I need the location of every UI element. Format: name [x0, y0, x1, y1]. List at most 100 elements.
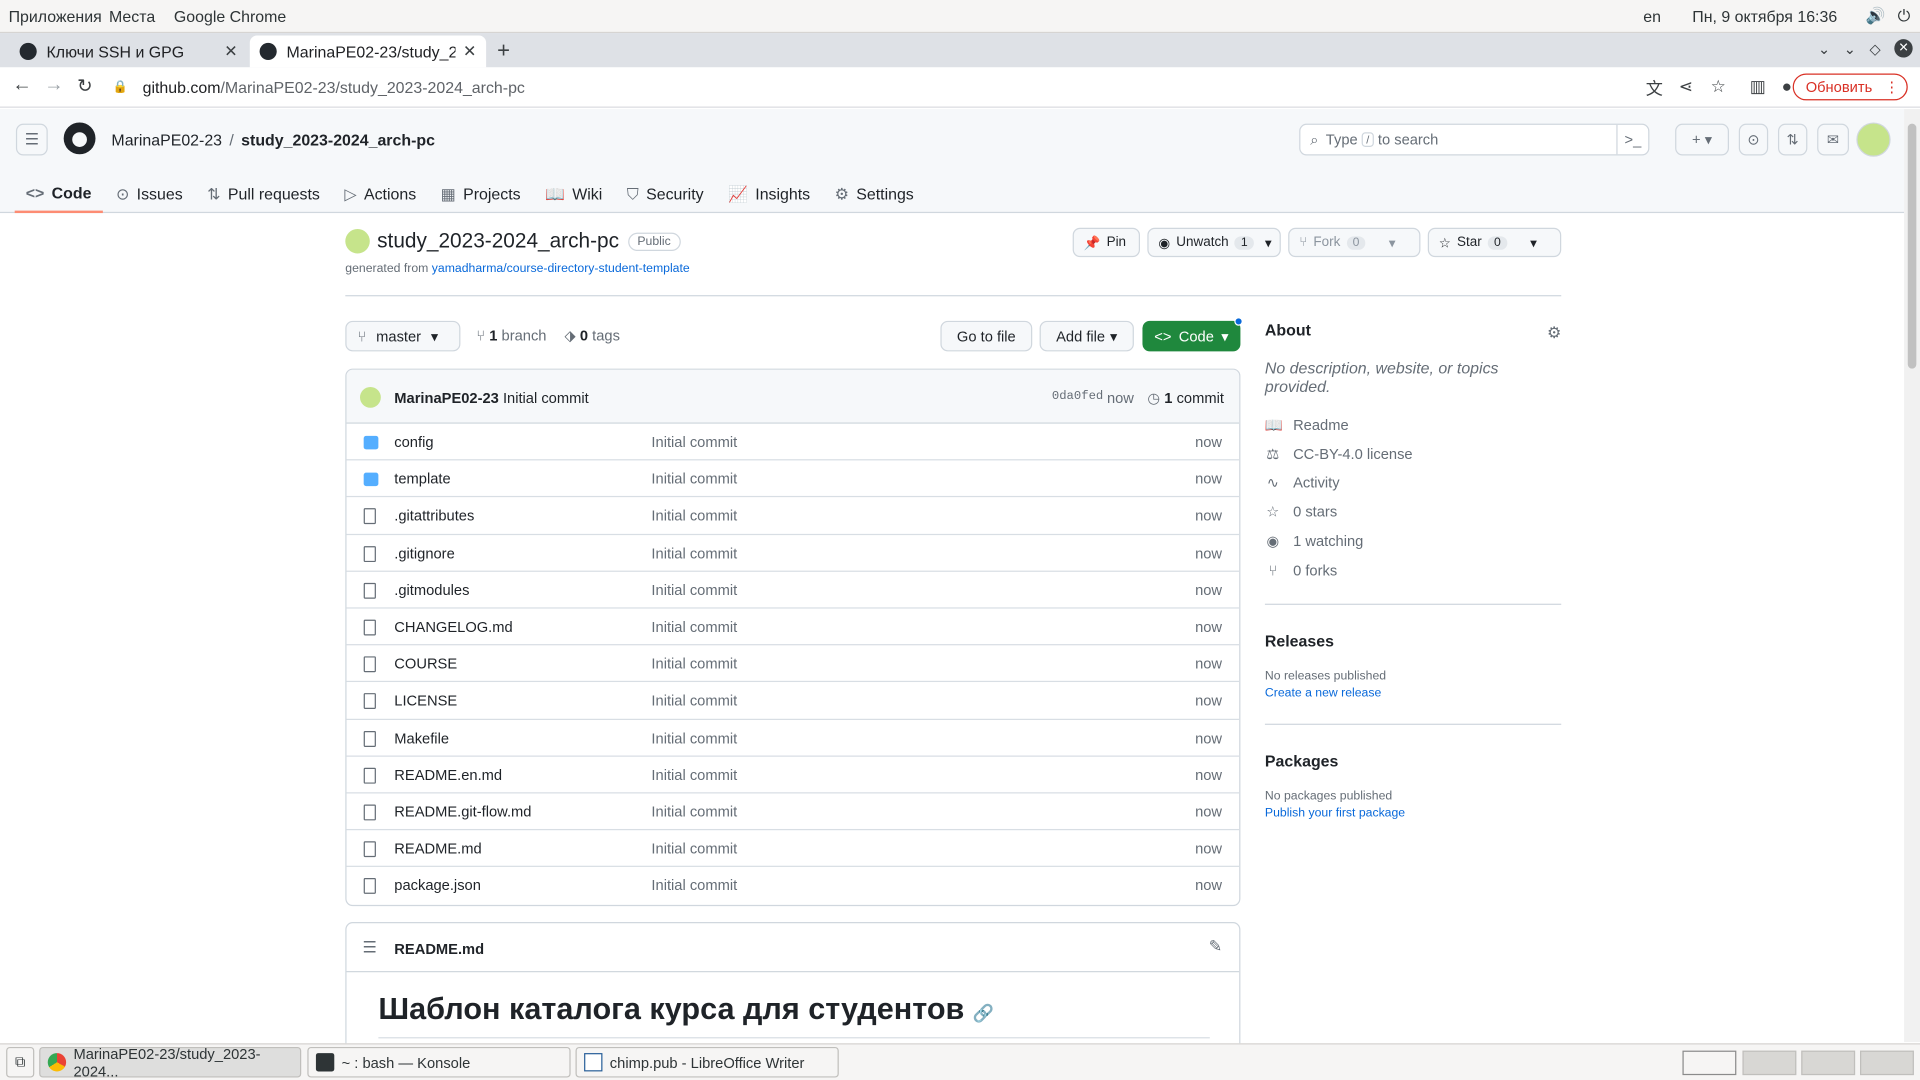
file-commit-message[interactable]: Initial commit: [651, 581, 737, 598]
new-tab-icon[interactable]: +: [497, 38, 510, 64]
bookmark-star-icon[interactable]: ☆: [1711, 76, 1726, 97]
tab-settings[interactable]: ⚙ Settings: [824, 175, 925, 213]
file-commit-message[interactable]: Initial commit: [651, 618, 737, 635]
about-item[interactable]: ∿ Activity: [1265, 468, 1561, 497]
commit-author[interactable]: MarinaPE02-23: [394, 389, 499, 406]
tab-search-icon[interactable]: ⌄: [1818, 40, 1830, 57]
clock[interactable]: Пн, 9 октября 16:36: [1692, 7, 1837, 25]
tab-projects[interactable]: ▦ Projects: [430, 175, 532, 213]
file-name[interactable]: CHANGELOG.md: [394, 618, 512, 635]
fork-button[interactable]: ⑂ Fork 0 ▾: [1288, 227, 1421, 258]
outline-list-icon[interactable]: ☰: [362, 938, 376, 958]
file-commit-message[interactable]: Initial commit: [651, 729, 737, 746]
update-button[interactable]: Обновить ⋮: [1792, 73, 1908, 101]
share-icon[interactable]: ⋖: [1679, 76, 1693, 97]
maximize-icon[interactable]: ◇: [1870, 40, 1881, 57]
releases-title[interactable]: Releases: [1265, 632, 1561, 650]
repo-name[interactable]: study_2023-2024_arch-pc: [377, 229, 619, 253]
about-item[interactable]: ◉ 1 watching: [1265, 527, 1561, 556]
table-row[interactable]: .gitattributes Initial commit now: [346, 498, 1240, 535]
file-commit-message[interactable]: Initial commit: [651, 507, 737, 524]
about-item[interactable]: 📖 Readme: [1265, 410, 1561, 439]
table-row[interactable]: README.en.md Initial commit now: [346, 756, 1240, 794]
github-logo-icon[interactable]: [63, 122, 96, 155]
gear-icon[interactable]: ⚙: [1547, 323, 1561, 343]
commit-history-link[interactable]: ◷ 1 commit: [1147, 389, 1224, 406]
anchor-link-icon[interactable]: 🔗: [973, 1003, 994, 1023]
keyboard-layout[interactable]: en: [1643, 7, 1661, 25]
file-name[interactable]: .gitattributes: [394, 507, 474, 524]
file-name[interactable]: Makefile: [394, 729, 449, 746]
issues-icon[interactable]: ⊙: [1738, 123, 1769, 156]
about-item[interactable]: ☆ 0 stars: [1265, 498, 1561, 527]
tab-insights[interactable]: 📈 Insights: [717, 175, 821, 213]
table-row[interactable]: template Initial commit now: [346, 461, 1240, 498]
file-name[interactable]: COURSE: [394, 655, 457, 672]
user-avatar[interactable]: [1856, 122, 1891, 157]
table-row[interactable]: CHANGELOG.md Initial commit now: [346, 608, 1240, 646]
table-row[interactable]: package.json Initial commit now: [347, 867, 1240, 904]
minimize-icon[interactable]: ⌄: [1844, 40, 1856, 57]
active-app-menu[interactable]: Google Chrome: [174, 7, 286, 25]
places-menu[interactable]: Места: [109, 7, 155, 25]
star-button[interactable]: ☆ Star 0 ▾: [1427, 227, 1562, 258]
packages-title[interactable]: Packages: [1265, 752, 1561, 770]
file-commit-message[interactable]: Initial commit: [651, 655, 737, 672]
tab-security[interactable]: ⛉ Security: [616, 175, 715, 213]
go-to-file-button[interactable]: Go to file: [940, 320, 1033, 352]
address-bar[interactable]: 🔒 github.com/MarinaPE02-23/study_2023-20…: [113, 73, 1631, 100]
file-commit-message[interactable]: Initial commit: [651, 692, 737, 709]
file-commit-message[interactable]: Initial commit: [651, 803, 737, 820]
close-window-icon[interactable]: ✕: [1894, 39, 1913, 58]
file-name[interactable]: .gitignore: [394, 544, 454, 561]
publish-package-link[interactable]: Publish your first package: [1265, 807, 1561, 820]
tags-link[interactable]: ⬗ 0 tags: [564, 327, 619, 344]
inbox-icon[interactable]: ✉: [1817, 123, 1849, 156]
file-name[interactable]: README.en.md: [394, 766, 502, 783]
page-scrollbar[interactable]: [1904, 108, 1920, 1043]
branches-link[interactable]: ⑂ 1 branch: [476, 327, 546, 344]
file-commit-message[interactable]: Initial commit: [651, 766, 737, 783]
readme-title[interactable]: README.md: [394, 940, 484, 957]
table-row[interactable]: .gitmodules Initial commit now: [346, 572, 1240, 609]
translate-icon[interactable]: 文: [1646, 76, 1663, 100]
table-row[interactable]: .gitignore Initial commit now: [346, 535, 1240, 572]
file-commit-message[interactable]: Initial commit: [651, 470, 737, 487]
file-name[interactable]: README.md: [394, 840, 481, 857]
pencil-icon[interactable]: ✎: [1209, 937, 1222, 957]
workspace-1[interactable]: [1682, 1050, 1737, 1076]
forward-icon[interactable]: →: [44, 75, 64, 97]
file-commit-message[interactable]: Initial commit: [651, 877, 737, 894]
commit-sha[interactable]: 0da0fed: [1052, 391, 1103, 404]
table-row[interactable]: Makefile Initial commit now: [346, 719, 1240, 757]
close-tab-icon[interactable]: ✕: [224, 42, 237, 62]
command-palette-icon[interactable]: >_: [1616, 124, 1648, 155]
create-release-link[interactable]: Create a new release: [1265, 687, 1561, 700]
tab-wiki[interactable]: 📖 Wiki: [534, 175, 613, 213]
profile-icon[interactable]: ●: [1782, 76, 1792, 96]
applications-menu[interactable]: Приложения: [9, 7, 102, 25]
tab-issues[interactable]: ⊙ Issues: [105, 175, 194, 213]
pull-requests-icon[interactable]: ⇅: [1777, 123, 1808, 156]
tab-repo[interactable]: MarinaPE02-23/study_2023-2024_arch-pc ✕: [249, 35, 487, 68]
hamburger-menu-icon[interactable]: ☰: [15, 123, 48, 156]
table-row[interactable]: README.md Initial commit now: [346, 830, 1240, 868]
about-item[interactable]: ⑂ 0 forks: [1265, 556, 1561, 585]
pin-button[interactable]: 📌 Pin: [1072, 227, 1141, 258]
file-commit-message[interactable]: Initial commit: [651, 840, 737, 857]
file-name[interactable]: README.git-flow.md: [394, 803, 531, 820]
about-item[interactable]: ⚖ CC-BY-4.0 license: [1265, 439, 1561, 468]
system-tray[interactable]: 🔊 ⏻: [1866, 6, 1911, 26]
file-name[interactable]: LICENSE: [394, 692, 457, 709]
file-commit-message[interactable]: Initial commit: [651, 544, 737, 561]
show-desktop-button[interactable]: ⧉: [6, 1046, 35, 1078]
search-input[interactable]: ⌕ Type / to search >_: [1299, 123, 1650, 156]
tab-ssh-keys[interactable]: Ключи SSH и GPG ✕: [10, 36, 248, 68]
workspace-4[interactable]: [1860, 1050, 1914, 1076]
taskbar-chrome[interactable]: MarinaPE02-23/study_2023-2024...: [39, 1045, 302, 1079]
table-row[interactable]: config Initial commit now: [346, 424, 1240, 461]
branch-selector[interactable]: ⑂ master ▾: [345, 320, 461, 352]
workspace-3[interactable]: [1801, 1050, 1856, 1076]
table-row[interactable]: LICENSE Initial commit now: [346, 682, 1240, 720]
table-row[interactable]: COURSE Initial commit now: [346, 645, 1240, 683]
